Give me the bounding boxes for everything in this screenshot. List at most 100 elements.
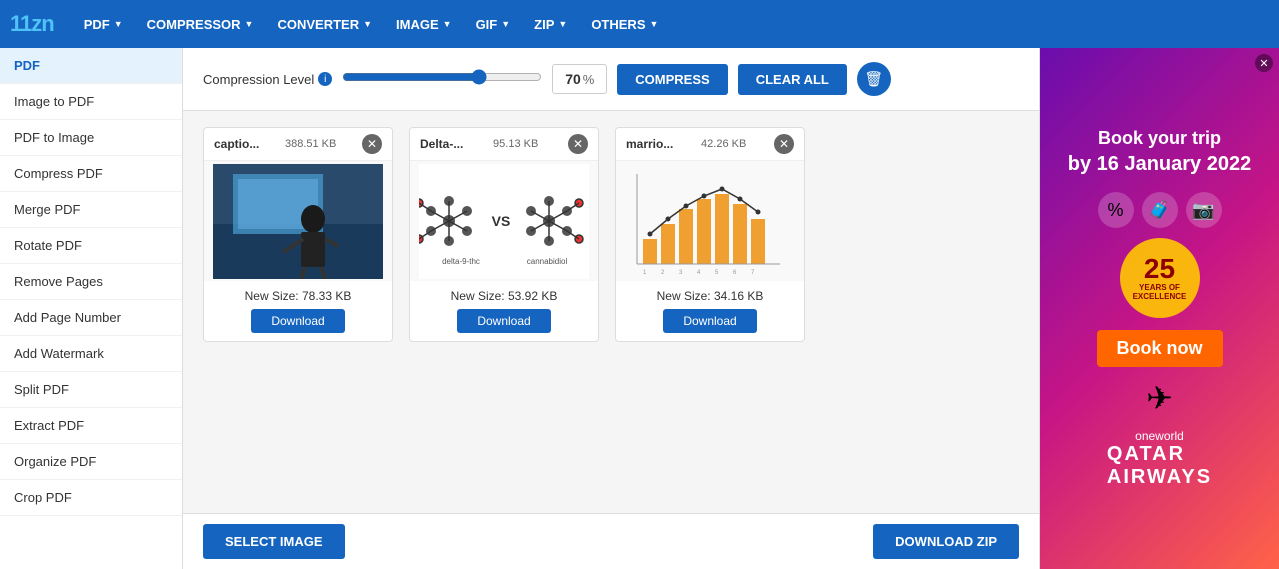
- download-zip-button[interactable]: DOWNLOAD ZIP: [873, 524, 1019, 559]
- file-new-size-1: New Size: 78.33 KB: [212, 289, 384, 303]
- nav-converter[interactable]: CONVERTER ▼: [267, 11, 382, 38]
- file-size-2: 95.13 KB: [493, 138, 538, 150]
- content-area: Compression Level i 70 % COMPRESS CLEAR …: [183, 48, 1039, 569]
- file-info-3: New Size: 34.16 KB Download: [616, 281, 804, 341]
- ad-years-badge: 25 YEARS OFEXCELLENCE: [1120, 238, 1200, 318]
- file-preview-2: VS: [410, 161, 598, 281]
- sidebar-item-rotate-pdf[interactable]: Rotate PDF: [0, 228, 182, 264]
- sidebar-item-remove-pages[interactable]: Remove Pages: [0, 264, 182, 300]
- ad-inner: ✕ Book your trip by 16 January 2022 % 🧳 …: [1040, 48, 1279, 569]
- file-close-1[interactable]: ✕: [362, 134, 382, 154]
- preview-svg-3: 1 2 3 4 5 6 7: [625, 164, 795, 279]
- download-button-1[interactable]: Download: [251, 309, 344, 333]
- ad-panel: ✕ Book your trip by 16 January 2022 % 🧳 …: [1039, 48, 1279, 569]
- file-preview-1: [204, 161, 392, 281]
- nav-gif[interactable]: GIF ▼: [466, 11, 521, 38]
- ad-title: Book your trip: [1098, 128, 1221, 149]
- ad-close-button[interactable]: ✕: [1255, 54, 1273, 72]
- sidebar-item-merge-pdf[interactable]: Merge PDF: [0, 192, 182, 228]
- ad-brand: oneworld: [1135, 429, 1184, 443]
- download-button-3[interactable]: Download: [663, 309, 756, 333]
- file-new-size-2: New Size: 53.92 KB: [418, 289, 590, 303]
- nav-zip[interactable]: ZIP ▼: [524, 11, 577, 38]
- info-icon[interactable]: i: [318, 72, 332, 86]
- file-size-1: 388.51 KB: [285, 138, 336, 150]
- sidebar-item-pdf-to-image[interactable]: PDF to Image: [0, 120, 182, 156]
- main-layout: PDF Image to PDF PDF to Image Compress P…: [0, 48, 1279, 569]
- compression-slider-container: [342, 69, 542, 90]
- file-card-1: captio... 388.51 KB ✕: [203, 127, 393, 342]
- svg-text:VS: VS: [492, 213, 511, 229]
- nav-others-arrow: ▼: [649, 19, 658, 29]
- compression-bar: Compression Level i 70 % COMPRESS CLEAR …: [183, 48, 1039, 111]
- file-card-2: Delta-... 95.13 KB ✕: [409, 127, 599, 342]
- compress-button[interactable]: COMPRESS: [617, 64, 727, 95]
- ad-years-text: YEARS OFEXCELLENCE: [1133, 283, 1187, 301]
- files-grid: captio... 388.51 KB ✕: [183, 111, 1039, 513]
- file-name-1: captio...: [214, 137, 259, 151]
- compression-label: Compression Level i: [203, 72, 332, 87]
- files-row: captio... 388.51 KB ✕: [203, 127, 1019, 342]
- file-preview-3: 1 2 3 4 5 6 7: [616, 161, 804, 281]
- nav-compressor[interactable]: COMPRESSOR ▼: [137, 11, 264, 38]
- download-button-2[interactable]: Download: [457, 309, 550, 333]
- clear-all-button[interactable]: CLEAR ALL: [738, 64, 847, 95]
- sidebar-item-add-page-number[interactable]: Add Page Number: [0, 300, 182, 336]
- ad-icons: % 🧳 📷: [1098, 192, 1222, 228]
- ad-years-number: 25: [1144, 255, 1175, 283]
- logo-text2: n: [41, 11, 53, 36]
- ad-icon-percent: %: [1098, 192, 1134, 228]
- ad-icon-camera: 📷: [1186, 192, 1222, 228]
- top-navigation: 11zn PDF ▼ COMPRESSOR ▼ CONVERTER ▼ IMAG…: [0, 0, 1279, 48]
- trash-button[interactable]: 🗑: [857, 62, 891, 96]
- sidebar-item-crop-pdf[interactable]: Crop PDF: [0, 480, 182, 516]
- sidebar-item-pdf[interactable]: PDF: [0, 48, 182, 84]
- nav-pdf[interactable]: PDF ▼: [74, 11, 133, 38]
- file-name-3: marrio...: [626, 137, 673, 151]
- sidebar-item-extract-pdf[interactable]: Extract PDF: [0, 408, 182, 444]
- ad-book-now: Book now: [1097, 330, 1223, 367]
- logo-text1: 11z: [10, 11, 41, 36]
- nav-compressor-arrow: ▼: [245, 19, 254, 29]
- ad-icon-bag: 🧳: [1142, 192, 1178, 228]
- nav-converter-arrow: ▼: [363, 19, 372, 29]
- compression-value: 70: [565, 71, 581, 87]
- nav-zip-arrow: ▼: [558, 19, 567, 29]
- ad-date: by 16 January 2022: [1068, 153, 1251, 176]
- sidebar-item-split-pdf[interactable]: Split PDF: [0, 372, 182, 408]
- preview-svg-2: VS: [419, 164, 589, 279]
- file-info-1: New Size: 78.33 KB Download: [204, 281, 392, 341]
- airplane-icon: ✈: [1146, 379, 1173, 417]
- file-header-2: Delta-... 95.13 KB ✕: [410, 128, 598, 161]
- compression-slider[interactable]: [342, 69, 542, 85]
- nav-image-arrow: ▼: [443, 19, 452, 29]
- file-header-3: marrio... 42.26 KB ✕: [616, 128, 804, 161]
- sidebar-item-image-to-pdf[interactable]: Image to PDF: [0, 84, 182, 120]
- sidebar-item-add-watermark[interactable]: Add Watermark: [0, 336, 182, 372]
- nav-image[interactable]: IMAGE ▼: [386, 11, 462, 38]
- file-header-1: captio... 388.51 KB ✕: [204, 128, 392, 161]
- sidebar-item-compress-pdf[interactable]: Compress PDF: [0, 156, 182, 192]
- sidebar: PDF Image to PDF PDF to Image Compress P…: [0, 48, 183, 569]
- logo[interactable]: 11zn: [10, 11, 54, 37]
- percent-symbol: %: [583, 72, 595, 87]
- file-info-2: New Size: 53.92 KB Download: [410, 281, 598, 341]
- file-size-3: 42.26 KB: [701, 138, 746, 150]
- nav-pdf-arrow: ▼: [114, 19, 123, 29]
- nav-gif-arrow: ▼: [501, 19, 510, 29]
- svg-text:delta-9-thc: delta-9-thc: [442, 257, 480, 266]
- file-close-3[interactable]: ✕: [774, 134, 794, 154]
- svg-text:cannabidiol: cannabidiol: [527, 257, 568, 266]
- percent-box: 70 %: [552, 64, 607, 94]
- bottom-bar: SELECT IMAGE DOWNLOAD ZIP: [183, 513, 1039, 569]
- ad-brand-logo: QATARAIRWAYS: [1107, 443, 1212, 489]
- sidebar-item-organize-pdf[interactable]: Organize PDF: [0, 444, 182, 480]
- file-close-2[interactable]: ✕: [568, 134, 588, 154]
- file-name-2: Delta-...: [420, 137, 463, 151]
- trash-icon: 🗑: [864, 70, 883, 88]
- select-image-button[interactable]: SELECT IMAGE: [203, 524, 345, 559]
- nav-others[interactable]: OTHERS ▼: [581, 11, 668, 38]
- preview-svg-1: [213, 164, 383, 279]
- file-card-3: marrio... 42.26 KB ✕: [615, 127, 805, 342]
- file-new-size-3: New Size: 34.16 KB: [624, 289, 796, 303]
